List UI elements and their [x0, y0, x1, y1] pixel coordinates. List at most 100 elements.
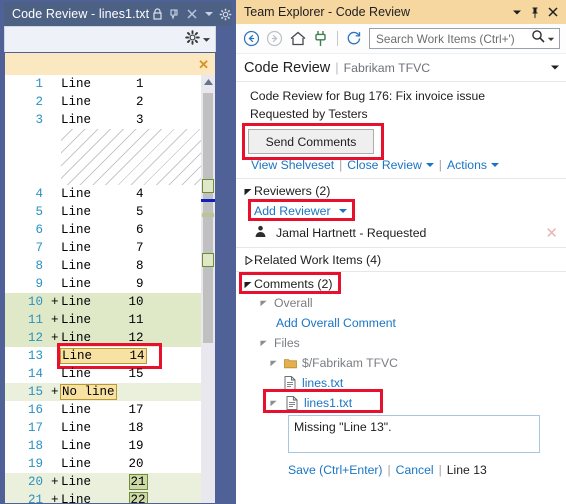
triangle-expanded-icon[interactable]	[258, 299, 270, 307]
triangle-collapsed-icon[interactable]	[242, 255, 254, 265]
diff-vertical-scrollbar[interactable]	[201, 75, 215, 503]
team-explorer-window-title: Team Explorer - Code Review	[244, 5, 411, 19]
related-work-items-label: Related Work Items (4)	[254, 253, 382, 267]
diff-line-row[interactable]: 20 + Line 21	[5, 473, 201, 491]
diff-line-row[interactable]: 15 + No line	[5, 383, 201, 401]
diff-line-row[interactable]: 14 Line 15	[5, 365, 201, 383]
refresh-icon[interactable]	[344, 27, 365, 51]
search-input[interactable]	[376, 31, 532, 46]
pin-icon[interactable]	[526, 3, 544, 21]
diff-settings-button[interactable]	[185, 29, 211, 50]
chevron-down-icon[interactable]	[508, 3, 526, 21]
chevron-down-icon[interactable]	[339, 208, 348, 213]
triangle-expanded-icon[interactable]	[242, 187, 254, 196]
diff-line-row[interactable]: 12 + Line 12	[5, 329, 201, 347]
diff-line-number: 17	[27, 421, 43, 435]
chevron-down-icon[interactable]	[550, 59, 560, 77]
magnifier-icon[interactable]	[531, 29, 545, 48]
close-review-link[interactable]: Close Review	[347, 158, 422, 172]
triangle-expanded-icon[interactable]	[268, 399, 280, 407]
diff-info-bar: ✕	[5, 53, 215, 75]
diff-line-row[interactable]: 8 Line 8	[5, 257, 201, 275]
tree-node-overall[interactable]: Overall	[236, 293, 566, 313]
lock-icon	[149, 6, 166, 23]
diff-line-text: Line 17	[61, 403, 144, 417]
scroll-up-arrow-icon[interactable]	[201, 75, 215, 89]
diff-line-number: 1	[35, 77, 43, 91]
close-icon[interactable]: ✕	[198, 58, 209, 71]
diff-line-number: 2	[35, 95, 43, 109]
scrollbar-thumb[interactable]	[203, 93, 213, 343]
diff-line-list: 1 Line 1 2 Line 2 3 Line 3 4 Line 4 5 Line 5 6 Line…	[5, 75, 201, 503]
section-reviewers[interactable]: Reviewers (2)	[236, 179, 566, 202]
send-comments-button[interactable]: Send Comments	[248, 129, 374, 154]
add-overall-comment-link[interactable]: Add Overall Comment	[276, 316, 396, 330]
comment-textarea[interactable]	[288, 415, 540, 453]
diff-line-number: 9	[35, 277, 43, 291]
chevron-down-icon[interactable]	[202, 31, 211, 49]
search-work-items-box[interactable]	[369, 28, 561, 49]
diff-line-row[interactable]: 19 Line 20	[5, 455, 201, 473]
file-label-lines-txt[interactable]: lines.txt	[302, 376, 343, 390]
triangle-expanded-icon[interactable]	[258, 339, 270, 347]
diff-line-row[interactable]: 3 Line 3	[5, 111, 201, 129]
link-divider: |	[387, 463, 391, 477]
diff-line-number: 18	[27, 439, 43, 453]
chevron-down-icon[interactable]	[425, 163, 434, 167]
diff-line-row[interactable]: 4 Line 4	[5, 185, 201, 203]
actions-link[interactable]: Actions	[447, 158, 487, 172]
close-icon[interactable]	[183, 6, 200, 23]
save-comment-link[interactable]: Save (Ctrl+Enter)	[288, 463, 382, 477]
view-shelveset-link[interactable]: View Shelveset	[251, 158, 334, 172]
add-overall-comment-row[interactable]: Add Overall Comment	[236, 313, 566, 333]
diff-line-number: 4	[35, 187, 43, 201]
tree-node-folder[interactable]: $/Fabrikam TFVC	[236, 353, 566, 373]
add-reviewer-link[interactable]: Add Reviewer	[254, 204, 331, 218]
diff-line-row[interactable]: 10 + Line 10	[5, 293, 201, 311]
triangle-expanded-icon[interactable]	[268, 359, 280, 367]
scroll-caret-marker	[201, 199, 215, 202]
diff-line-number: 12	[27, 331, 43, 345]
close-icon[interactable]	[544, 3, 562, 21]
diff-line-row[interactable]: 11 + Line 11	[5, 311, 201, 329]
reviewer-name: Jamal Hartnett - Requested	[276, 226, 427, 240]
pin-icon[interactable]	[166, 6, 183, 23]
reviewer-list-item[interactable]: Jamal Hartnett - Requested ✕	[236, 220, 566, 247]
team-explorer-toolbar	[236, 24, 566, 54]
diff-line-number: 16	[27, 403, 43, 417]
diff-text-surface[interactable]: 1 Line 1 2 Line 2 3 Line 3 4 Line 4 5 Line 5 6 Line…	[5, 75, 215, 503]
diff-line-text: Line 2	[61, 95, 144, 109]
diff-line-row[interactable]: 21 + Line 22	[5, 491, 201, 503]
remove-x-icon[interactable]: ✕	[545, 226, 558, 241]
chevron-down-icon[interactable]	[545, 35, 557, 43]
back-arrow-icon[interactable]	[241, 27, 262, 51]
page-title: Code Review	[244, 59, 331, 76]
tree-node-file-lines-txt[interactable]: lines.txt	[236, 373, 566, 393]
diff-line-row[interactable]: 18 Line 19	[5, 437, 201, 455]
cancel-comment-link[interactable]: Cancel	[396, 463, 434, 477]
comment-line-reference: Line 13	[446, 463, 487, 477]
reviewers-section-label: Reviewers (2)	[254, 184, 331, 198]
tree-node-file-lines1-txt[interactable]: lines1.txt	[236, 389, 566, 413]
diff-line-row[interactable]: 17 Line 18	[5, 419, 201, 437]
section-related-work-items[interactable]: Related Work Items (4)	[236, 248, 566, 271]
tree-node-files[interactable]: Files	[236, 333, 566, 353]
document-tab-code-review[interactable]: Code Review - lines1.txt	[4, 2, 232, 26]
file-label-lines1-txt[interactable]: lines1.txt	[304, 396, 352, 410]
plug-connect-icon[interactable]	[310, 27, 331, 51]
diff-line-text: Line 1	[61, 77, 144, 91]
diff-line-row[interactable]: 5 Line 5	[5, 203, 201, 221]
diff-line-row[interactable]: 13 Line 14	[5, 343, 201, 369]
diff-line-row[interactable]: 7 Line 7	[5, 239, 201, 257]
review-action-links: View Shelveset | Close Review | Actions	[236, 154, 566, 178]
diff-line-row[interactable]: 1 Line 1	[5, 75, 201, 93]
diff-line-row[interactable]: 2 Line 2	[5, 93, 201, 111]
section-comments[interactable]: Comments (2)	[236, 272, 566, 294]
chevron-down-icon[interactable]	[490, 163, 499, 167]
diff-line-row[interactable]: 9 Line 9	[5, 275, 201, 293]
diff-line-row[interactable]: 6 Line 6	[5, 221, 201, 239]
diff-line-row[interactable]: 16 Line 17	[5, 401, 201, 419]
chevron-down-icon[interactable]	[200, 6, 217, 23]
home-icon[interactable]	[287, 27, 308, 51]
triangle-expanded-icon[interactable]	[242, 280, 254, 289]
